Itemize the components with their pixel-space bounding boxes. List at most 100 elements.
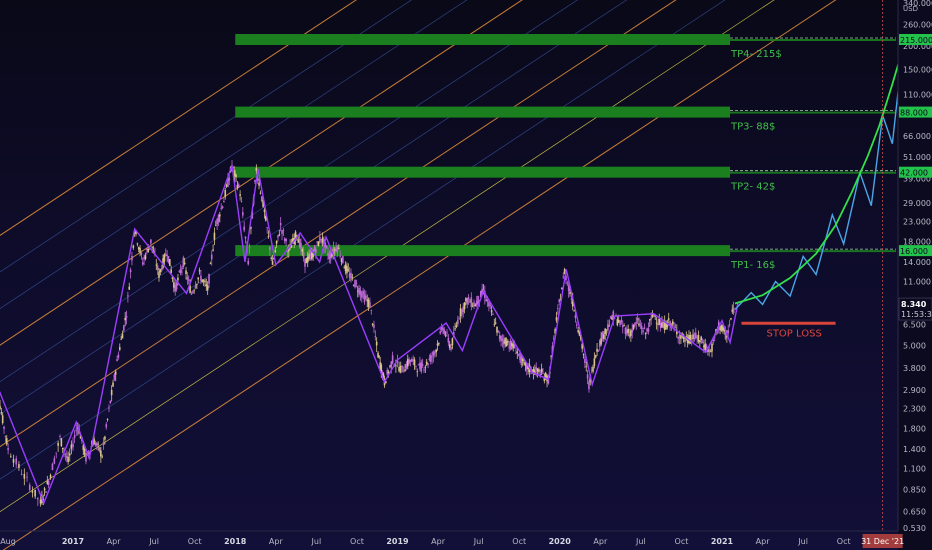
x-tick-label: Oct bbox=[188, 537, 202, 546]
candle-body bbox=[34, 489, 36, 497]
candle-body bbox=[271, 261, 274, 265]
candle-body bbox=[643, 327, 646, 329]
candle-body bbox=[114, 371, 117, 375]
candle-body bbox=[177, 277, 179, 281]
price-chart[interactable]: TP1- 16$ TP2- 42$ TP3- 88$ TP4- 215$ STOP L… bbox=[0, 0, 932, 550]
candle-body bbox=[43, 488, 46, 491]
candle-body bbox=[597, 350, 600, 352]
candle-body bbox=[85, 455, 87, 462]
candle-body bbox=[458, 318, 460, 320]
candle-body bbox=[395, 365, 397, 367]
candle-body bbox=[242, 212, 244, 216]
candle-body bbox=[342, 256, 344, 263]
candle-body bbox=[308, 254, 310, 260]
candle-body bbox=[193, 290, 195, 292]
candle-body bbox=[5, 438, 8, 445]
y-tick-label: 11.000 bbox=[903, 278, 931, 287]
candle-body bbox=[644, 332, 647, 335]
candle-body bbox=[97, 443, 99, 445]
y-tick-label: 1.100 bbox=[903, 465, 926, 474]
candle-body bbox=[105, 424, 108, 428]
candle-body bbox=[631, 329, 634, 333]
candle-body bbox=[371, 323, 374, 325]
candle-body bbox=[347, 269, 350, 271]
candle-body bbox=[140, 252, 143, 255]
candle-body bbox=[693, 338, 696, 339]
candle-body bbox=[166, 254, 168, 257]
tp-label-1: TP1- 16$ bbox=[730, 260, 775, 271]
candle-body bbox=[642, 330, 644, 333]
y-tick-label: 0.530 bbox=[903, 524, 926, 533]
candle-body bbox=[451, 338, 454, 346]
tp-band-3 bbox=[235, 106, 730, 118]
chart-area[interactable]: TP1- 16$ TP2- 42$ TP3- 88$ TP4- 215$ STOP L… bbox=[0, 0, 932, 550]
tp-band-tail-4 bbox=[730, 39, 896, 41]
candle-body bbox=[494, 322, 497, 324]
candle-body bbox=[18, 464, 20, 468]
candle-body bbox=[214, 224, 217, 226]
x-tick-label: Apr bbox=[593, 537, 608, 546]
candle-body bbox=[128, 286, 131, 290]
x-tick-label: Oct bbox=[675, 537, 689, 546]
y-tick-label: 6.500 bbox=[903, 320, 926, 329]
candle-body bbox=[102, 442, 105, 446]
candle-body bbox=[158, 271, 160, 278]
time-axis[interactable]: Aug 2017 Apr Jul Oct 2018 Apr Jul Oct 2019 Apr Jul O… bbox=[0, 530, 904, 548]
candle-body bbox=[684, 340, 686, 342]
candle-body bbox=[49, 474, 52, 478]
x-tick-label: Oct bbox=[837, 537, 851, 546]
candle-body bbox=[732, 307, 735, 314]
y-tick-label: 14.000 bbox=[903, 258, 931, 267]
price-axis[interactable]: USD340.000260.000200.000150.000110.00086… bbox=[897, 0, 932, 550]
y-tick-label: 0.850 bbox=[903, 486, 926, 495]
candle-body bbox=[607, 324, 609, 331]
candle-body bbox=[391, 355, 394, 364]
candle-body bbox=[592, 366, 594, 372]
candle-body bbox=[221, 206, 224, 208]
y-tick-label: 5.000 bbox=[903, 342, 926, 351]
x-tick-label: Jul bbox=[473, 537, 484, 546]
candle-body bbox=[275, 240, 278, 244]
candle-body bbox=[566, 282, 569, 284]
candle-body bbox=[68, 453, 71, 456]
candle-body bbox=[183, 262, 186, 265]
candle-body bbox=[136, 243, 139, 245]
candle-body bbox=[243, 226, 245, 231]
candle-body bbox=[562, 276, 565, 278]
x-tick-label: 2019 bbox=[386, 537, 409, 546]
y-tick-label: 260.000 bbox=[903, 21, 932, 30]
candle-body bbox=[443, 329, 446, 334]
candle-body bbox=[196, 284, 198, 286]
candle-body bbox=[727, 330, 730, 334]
candle-body bbox=[179, 269, 182, 274]
candle-body bbox=[51, 463, 54, 471]
candle-body bbox=[639, 324, 642, 326]
candle-body bbox=[144, 255, 147, 260]
x-tick-label: Apr bbox=[269, 537, 284, 546]
candle-body bbox=[596, 348, 598, 352]
x-tick-label: 2017 bbox=[62, 537, 84, 546]
candle-body bbox=[300, 242, 302, 249]
x-tick-label: Apr bbox=[756, 537, 771, 546]
y-tick-label: 2.900 bbox=[903, 386, 926, 395]
candle-body bbox=[108, 407, 110, 409]
x-tick-label: Aug bbox=[0, 537, 16, 546]
x-tick-label: 2020 bbox=[549, 537, 572, 546]
candle-body bbox=[270, 257, 273, 259]
candle-body bbox=[427, 363, 429, 365]
candle-body bbox=[125, 315, 128, 318]
candle-body bbox=[489, 305, 492, 306]
date-cursor-label: 31 Dec '21 bbox=[861, 537, 904, 546]
candle-body bbox=[673, 325, 675, 327]
candle-body bbox=[197, 277, 200, 280]
candle-body bbox=[355, 282, 358, 284]
candle-body bbox=[124, 317, 126, 321]
candle-body bbox=[26, 476, 28, 478]
candle-body bbox=[655, 322, 658, 324]
x-tick-label: 2018 bbox=[224, 537, 247, 546]
channel-line-2 bbox=[0, 0, 468, 309]
y-tick-label: 51.000 bbox=[903, 153, 931, 162]
candle-body bbox=[315, 248, 317, 254]
candle-body bbox=[239, 194, 241, 196]
candle-body bbox=[160, 267, 163, 271]
